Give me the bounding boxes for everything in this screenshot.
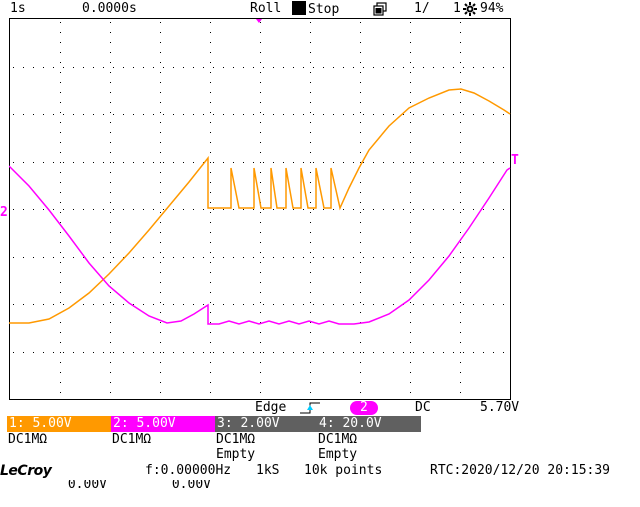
- run-stop-status[interactable]: Stop: [292, 1, 339, 18]
- channel-3-scale: 3: 2.00V: [215, 416, 319, 432]
- record-length: 10k points: [304, 463, 383, 478]
- channel-4-panel[interactable]: 4: 20.0V DC1MΩ Empty: [317, 416, 421, 462]
- channel-4-scale: 4: 20.0V: [317, 416, 421, 432]
- sample-rate: 1kS: [256, 463, 280, 478]
- channel-3-coupling: DC1MΩ: [216, 432, 256, 447]
- stop-icon: [292, 1, 306, 15]
- gear-sun-icon: [463, 2, 477, 16]
- ch2-level-marker[interactable]: 2: [0, 205, 8, 221]
- run-state-label: Stop: [308, 2, 340, 17]
- channel-4-status: Empty: [318, 447, 358, 462]
- waveform-display[interactable]: [9, 18, 511, 400]
- top-status-bar: 1s 0.0000s Roll Stop 1/ 1 94%: [0, 0, 640, 18]
- channel-3-status: Empty: [216, 447, 256, 462]
- channel-3-panel[interactable]: 3: 2.00V DC1MΩ Empty: [215, 416, 319, 462]
- battery-level: 94%: [480, 1, 504, 16]
- page-total: 1: [453, 1, 461, 16]
- delay-value[interactable]: 0.0000s: [82, 1, 137, 17]
- channel-4-coupling: DC1MΩ: [318, 432, 358, 447]
- trigger-type[interactable]: Edge: [255, 400, 286, 416]
- channel-2-scale: 2: 5.00V: [111, 416, 215, 432]
- acquisition-mode[interactable]: Roll: [250, 1, 281, 17]
- trigger-level[interactable]: 5.70V: [480, 400, 519, 416]
- channel-1-panel[interactable]: 1: 5.00V DC1MΩ ofs 0.00V: [7, 416, 111, 492]
- rising-edge-icon: [300, 402, 320, 414]
- trigger-source: 2: [360, 400, 368, 415]
- trigger-level-marker[interactable]: T: [511, 153, 519, 169]
- trigger-info-bar: Edge 2 DC 5.70V: [0, 400, 640, 416]
- brand-logo: LeCroy: [0, 463, 52, 479]
- bottom-status-bar: f:0.00000Hz 1kS 10k points RTC:2020/12/2…: [0, 462, 640, 480]
- channel-2-coupling: DC1MΩ: [112, 432, 152, 447]
- real-time-clock: RTC:2020/12/20 20:15:39: [430, 463, 611, 478]
- page-current: 1/: [414, 1, 430, 16]
- timebase-value[interactable]: 1s: [10, 1, 26, 17]
- folder-stack-icon[interactable]: [373, 2, 387, 16]
- channel-2-panel[interactable]: 2: 5.00V DC1MΩ ofs 0.00V: [111, 416, 215, 492]
- trigger-coupling[interactable]: DC: [415, 400, 431, 416]
- channel-1-scale: 1: 5.00V: [7, 416, 111, 432]
- frequency-readout: f:0.00000Hz: [145, 463, 232, 478]
- channel-1-coupling: DC1MΩ: [8, 432, 48, 447]
